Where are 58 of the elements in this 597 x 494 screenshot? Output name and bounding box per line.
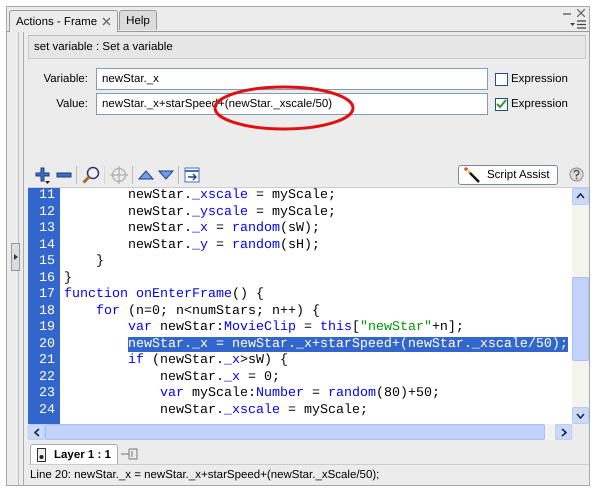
code-line: newStar._x = random(sW); bbox=[126, 221, 320, 236]
input-field[interactable]: newStar._x bbox=[96, 68, 488, 90]
line-number: 18 bbox=[38, 304, 56, 319]
code-line: function onEnterFrame() { bbox=[63, 287, 264, 302]
help-icon[interactable] bbox=[569, 167, 584, 182]
code-line: } bbox=[94, 254, 104, 270]
scroll-down-icon[interactable] bbox=[576, 412, 585, 419]
field-label: Value: bbox=[55, 98, 89, 110]
search-icon[interactable] bbox=[76, 166, 100, 184]
menu-icon[interactable] bbox=[570, 20, 586, 29]
insert-target-icon[interactable] bbox=[178, 166, 200, 184]
pin-icon[interactable] bbox=[120, 447, 139, 461]
script-assist-button[interactable]: Script Assist bbox=[458, 164, 558, 185]
scroll-right-icon[interactable] bbox=[560, 428, 566, 437]
code-line: if (newStar._x>sW) { bbox=[126, 353, 288, 368]
code-line: } bbox=[63, 270, 72, 286]
line-number: 22 bbox=[38, 370, 56, 385]
code-line: newStar._x = 0; bbox=[158, 370, 280, 385]
checkbox[interactable] bbox=[495, 98, 508, 110]
scroll-left-icon[interactable] bbox=[34, 428, 40, 437]
scroll-up-icon[interactable] bbox=[576, 193, 585, 200]
action-header: set variable : Set a variable bbox=[28, 35, 586, 59]
vertical-scrollbar[interactable] bbox=[572, 188, 589, 424]
code-line: newStar._yscale = myScale; bbox=[126, 204, 336, 220]
checkbox-label: Expression bbox=[511, 98, 568, 110]
add-icon[interactable] bbox=[34, 166, 52, 184]
close-icon[interactable] bbox=[577, 9, 585, 17]
line-number: 14 bbox=[38, 238, 56, 253]
line-number: 19 bbox=[38, 320, 56, 336]
line-number: 12 bbox=[38, 204, 56, 220]
layer-icon bbox=[37, 448, 46, 462]
line-number: 15 bbox=[38, 254, 56, 270]
collapse-handle[interactable] bbox=[11, 243, 20, 271]
line-number: 17 bbox=[38, 287, 56, 302]
line-number: 16 bbox=[38, 270, 56, 286]
scroll-thumb[interactable] bbox=[572, 276, 589, 361]
code-line: var myScale:Number = random(80)+50; bbox=[158, 386, 440, 402]
checkbox[interactable] bbox=[495, 72, 508, 86]
magic-wand-icon bbox=[463, 166, 481, 184]
panel-tab[interactable]: Actions - Frame bbox=[9, 10, 118, 32]
code-line: newStar._xscale = myScale; bbox=[126, 188, 336, 204]
code-line: for (n=0; n<numStars; n++) { bbox=[94, 304, 320, 319]
code-line: var newStar:MovieClip = this["newStar"+n]; bbox=[126, 320, 464, 336]
field-label: Variable: bbox=[42, 73, 89, 85]
code-line: newStar._xscale = myScale; bbox=[158, 402, 368, 418]
panel-tab[interactable]: Help bbox=[119, 10, 157, 30]
up-arrow-icon[interactable] bbox=[132, 166, 154, 184]
line-number: 21 bbox=[38, 353, 56, 368]
line-number: 11 bbox=[38, 188, 56, 204]
line-number: 24 bbox=[38, 402, 56, 418]
status-text: Line 20: newStar._x = newStar._x+starSpeed+(newStar._xScale/50); bbox=[29, 468, 380, 483]
checkbox-label: Expression bbox=[511, 73, 568, 85]
line-number: 23 bbox=[38, 386, 56, 402]
line-number: 20 bbox=[38, 336, 56, 352]
close-icon[interactable] bbox=[102, 17, 112, 26]
line-number: 13 bbox=[38, 221, 56, 236]
layer-tab[interactable]: Layer 1 : 1 bbox=[30, 444, 118, 464]
code-line: newStar._y = random(sH); bbox=[126, 238, 320, 253]
